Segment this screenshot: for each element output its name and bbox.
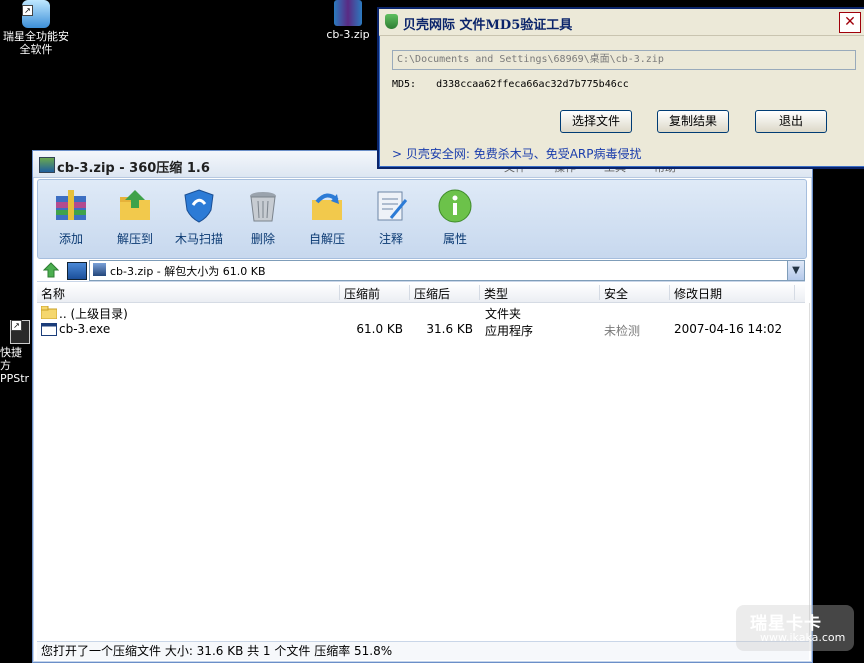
archive-icon xyxy=(93,263,106,276)
app-logo-icon xyxy=(39,157,55,173)
row-name: cb-3.exe xyxy=(59,322,111,336)
md5-value: d338ccaa62ffeca66ac32d7b775b46cc xyxy=(436,79,629,90)
path-combobox[interactable]: cb-3.zip - 解包大小为 61.0 KB ▼ xyxy=(89,260,805,281)
choose-file-button[interactable]: 选择文件 xyxy=(560,110,632,133)
self-extract-icon xyxy=(309,188,345,224)
copy-result-button[interactable]: 复制结果 xyxy=(657,110,729,133)
shield-icon xyxy=(385,14,398,29)
desktop-icon-rising[interactable]: ↗ 瑞星全功能安 全软件 xyxy=(0,0,72,56)
properties-button[interactable]: 属性 xyxy=(424,188,486,247)
col-before[interactable]: 压缩前 xyxy=(340,285,410,301)
info-icon xyxy=(437,188,473,224)
zip-file-icon xyxy=(334,0,362,26)
desktop-icon-label: 瑞星全功能安 全软件 xyxy=(3,30,69,56)
list-header: 名称 压缩前 压缩后 类型 安全 修改日期 xyxy=(37,283,805,303)
extract-folder-icon xyxy=(117,188,153,224)
desktop-icon-zip[interactable]: cb-3.zip xyxy=(322,0,374,41)
table-row[interactable]: .. (上级目录) 文件夹 xyxy=(37,304,805,321)
status-bar: 您打开了一个压缩文件 大小: 31.6 KB 共 1 个文件 压缩率 51.8% xyxy=(37,641,809,660)
trojan-scan-button[interactable]: 木马扫描 xyxy=(168,188,230,247)
close-icon[interactable]: ✕ xyxy=(839,12,861,33)
add-archive-icon xyxy=(53,188,89,224)
pps-icon: ↗ xyxy=(10,320,30,344)
self-extract-button[interactable]: 自解压 xyxy=(296,188,358,247)
shield-icon xyxy=(181,188,217,224)
up-arrow-icon[interactable] xyxy=(42,262,60,278)
trash-icon xyxy=(245,188,281,224)
col-after[interactable]: 压缩后 xyxy=(410,285,480,301)
exe-file-icon xyxy=(41,323,57,339)
md5-dialog: 贝壳网际 文件MD5验证工具 ✕ C:\Documents and Settin… xyxy=(377,7,864,169)
col-type[interactable]: 类型 xyxy=(480,285,600,301)
address-bar: cb-3.zip - 解包大小为 61.0 KB ▼ xyxy=(37,259,805,282)
row-type: 文件夹 xyxy=(485,307,522,321)
row-before: 61.0 KB xyxy=(356,322,403,336)
row-name: .. (上级目录) xyxy=(59,307,128,321)
zip-window: cb-3.zip - 360压缩 1.6 文件 操作 工具 帮助 添加 解压到 … xyxy=(32,150,813,663)
desktop-icon-label: cb-3.zip xyxy=(326,28,370,41)
table-row[interactable]: cb-3.exe 61.0 KB 31.6 KB 应用程序 未检测 2007-0… xyxy=(37,321,805,338)
md5-result: MD5: d338ccaa62ffeca66ac32d7b775b46cc xyxy=(392,79,629,90)
watermark-logo: 瑞星卡卡 www.ikaka.com xyxy=(736,605,854,651)
scrollbar[interactable] xyxy=(809,303,810,638)
add-button[interactable]: 添加 xyxy=(40,188,102,247)
row-type: 应用程序 xyxy=(485,324,534,338)
comment-button[interactable]: 注释 xyxy=(360,188,422,247)
folder-icon xyxy=(40,305,58,322)
md5-titlebar[interactable]: 贝壳网际 文件MD5验证工具 ✕ xyxy=(379,9,864,36)
exit-button[interactable]: 退出 xyxy=(755,110,827,133)
path-text: cb-3.zip - 解包大小为 61.0 KB xyxy=(110,265,266,278)
desktop-icon-label: 快捷方 PPStr xyxy=(0,346,30,385)
col-name[interactable]: 名称 xyxy=(37,285,340,301)
dialog-title: 贝壳网际 文件MD5验证工具 xyxy=(403,18,573,33)
row-after: 31.6 KB xyxy=(426,322,473,336)
promo-link[interactable]: > 贝壳安全网: 免费杀木马、免受ARP病毒侵扰 xyxy=(392,145,642,162)
window-title: cb-3.zip - 360压缩 1.6 xyxy=(57,161,210,176)
watermark-url: www.ikaka.com xyxy=(760,631,846,644)
comment-note-icon xyxy=(373,188,409,224)
col-security[interactable]: 安全 xyxy=(600,285,670,301)
file-path-field[interactable]: C:\Documents and Settings\68969\桌面\cb-3.… xyxy=(392,50,856,70)
col-date[interactable]: 修改日期 xyxy=(670,285,795,301)
row-date: 2007-04-16 14:02 xyxy=(674,322,783,336)
row-security: 未检测 xyxy=(604,324,641,338)
md5-label: MD5: xyxy=(392,79,417,90)
desktop-icon-pps[interactable]: ↗ 快捷方 PPStr xyxy=(0,320,32,385)
chevron-down-icon[interactable]: ▼ xyxy=(787,261,804,280)
toolbar: 添加 解压到 木马扫描 删除 自解压 注释 属性 xyxy=(37,179,807,259)
view-mode-icon[interactable] xyxy=(67,262,87,280)
rising-icon: ↗ xyxy=(22,0,50,28)
extract-to-button[interactable]: 解压到 xyxy=(104,188,166,247)
delete-button[interactable]: 删除 xyxy=(232,188,294,247)
